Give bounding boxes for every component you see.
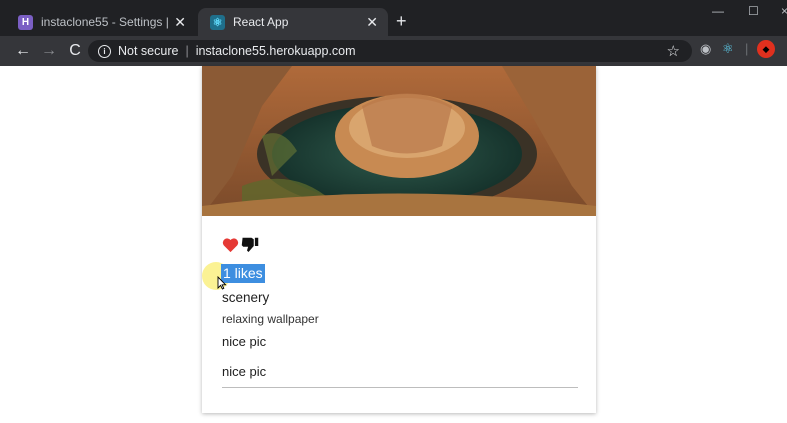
bookmark-star-icon[interactable]: ☆ xyxy=(667,42,680,60)
tab-react-app[interactable]: ⚛ React App ✕ xyxy=(198,8,388,36)
close-icon[interactable]: ✕ xyxy=(174,14,186,31)
address-bar[interactable]: i Not secure | instaclone55.herokuapp.co… xyxy=(88,40,692,62)
browser-toolbar: ← → C i Not secure | instaclone55.heroku… xyxy=(0,36,787,66)
heart-icon[interactable] xyxy=(222,237,239,253)
browser-tab-strip: H instaclone55 - Settings | Heroku ✕ ⚛ R… xyxy=(0,0,787,36)
back-arrow-icon[interactable]: ← xyxy=(14,42,32,60)
comment-item: nice pic xyxy=(222,334,267,349)
reload-icon[interactable]: C xyxy=(66,42,84,60)
tab-heroku-settings[interactable]: H instaclone55 - Settings | Heroku ✕ xyxy=(6,8,196,36)
maximize-icon[interactable]: ☐ xyxy=(748,4,759,18)
thumbs-down-icon[interactable] xyxy=(241,236,259,253)
react-icon: ⚛ xyxy=(210,14,225,30)
comment-input-underline[interactable] xyxy=(222,387,578,388)
divider: | xyxy=(745,41,749,56)
comment-item: nice pic xyxy=(222,364,267,379)
tab-title: React App xyxy=(233,15,289,29)
extension-circle-icon[interactable]: ◉ xyxy=(700,41,711,57)
post-caption: scenery xyxy=(222,290,270,305)
post-image xyxy=(202,66,596,216)
react-devtools-icon[interactable]: ⚛ xyxy=(722,41,734,57)
tab-title: instaclone55 - Settings | Heroku xyxy=(41,15,169,29)
heroku-icon: H xyxy=(18,14,33,30)
close-icon[interactable]: ✕ xyxy=(366,14,378,31)
divider: | xyxy=(185,44,189,58)
minimize-icon[interactable]: — xyxy=(712,4,724,18)
forward-arrow-icon[interactable]: → xyxy=(40,42,58,60)
profile-avatar[interactable]: ◆ xyxy=(757,40,775,58)
mouse-cursor-icon xyxy=(217,276,227,290)
security-label: Not secure xyxy=(118,44,179,58)
post-card: 1 likes scenery relaxing wallpaper nice … xyxy=(202,66,596,413)
post-description: relaxing wallpaper xyxy=(222,312,319,326)
likes-text: 1 likes xyxy=(221,264,265,283)
new-tab-button[interactable]: + xyxy=(396,11,407,31)
window-close-icon[interactable]: × xyxy=(781,4,787,18)
url-text[interactable]: instaclone55.herokuapp.com xyxy=(196,44,356,58)
info-icon[interactable]: i xyxy=(98,44,111,58)
likes-count: 1 likes xyxy=(221,264,265,283)
post-actions xyxy=(222,236,259,253)
